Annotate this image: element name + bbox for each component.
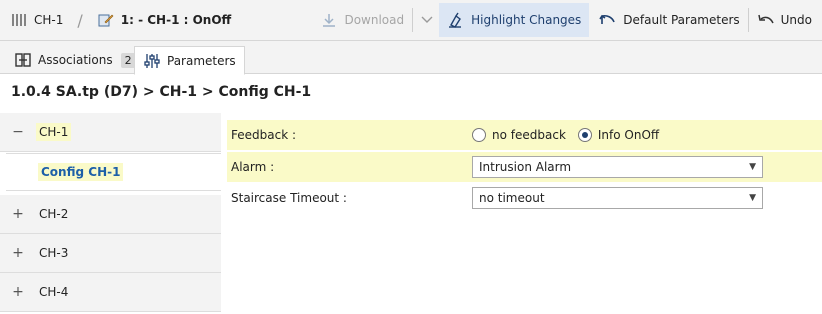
- tab-parameters[interactable]: Parameters: [134, 46, 245, 75]
- param-feedback: Feedback : no feedback Info OnOff: [227, 120, 822, 150]
- radio-circle-selected[interactable]: [577, 128, 592, 142]
- alarm-select-value: Intrusion Alarm: [479, 160, 572, 174]
- download-button[interactable]: Download: [314, 3, 410, 37]
- param-alarm-label: Alarm :: [231, 160, 275, 174]
- radio-label: no feedback: [492, 128, 566, 142]
- toolbar: CH-1 / 1: - CH-1 : OnOff Download Highli…: [0, 0, 822, 41]
- collapse-icon[interactable]: −: [0, 124, 36, 140]
- chevron-down-icon: [421, 13, 433, 27]
- channel-tree: − CH-1 Config CH-1 + CH-2 + CH-3 + CH-4: [0, 113, 221, 314]
- tab-associations-label: Associations: [38, 53, 113, 67]
- radio-circle[interactable]: [472, 128, 486, 142]
- highlighter-icon: [447, 11, 465, 29]
- tab-bar: Associations 2 Parameters: [0, 41, 822, 75]
- chevron-down-icon: ▼: [749, 193, 756, 203]
- radio-no-feedback[interactable]: no feedback: [472, 128, 566, 142]
- tree-item-label: CH-1: [36, 123, 72, 141]
- staircase-select-value: no timeout: [479, 191, 545, 205]
- breadcrumb: 1.0.4 SA.tp (D7) > CH-1 > Config CH-1: [11, 84, 312, 100]
- link-icon: [14, 51, 32, 69]
- tab-associations[interactable]: Associations 2: [6, 46, 144, 74]
- param-staircase-label: Staircase Timeout :: [231, 191, 347, 205]
- default-parameters-button[interactable]: Default Parameters: [593, 3, 745, 37]
- device-title-label: 1: - CH-1 : OnOff: [120, 13, 232, 27]
- chevron-down-icon: ▼: [749, 162, 756, 172]
- param-feedback-label: Feedback :: [231, 128, 297, 142]
- default-parameters-label: Default Parameters: [623, 13, 740, 27]
- tree-item-label: CH-3: [39, 246, 69, 260]
- tree-item-label: CH-4: [39, 285, 69, 299]
- channel-indicator: CH-1: [0, 3, 69, 37]
- tree-item-ch-3[interactable]: + CH-3: [0, 234, 221, 273]
- tree-item-config-ch-1[interactable]: Config CH-1: [6, 153, 221, 191]
- undo-label: Undo: [780, 13, 812, 27]
- highlight-changes-button[interactable]: Highlight Changes: [439, 3, 590, 37]
- param-staircase-timeout: Staircase Timeout : no timeout ▼: [227, 183, 822, 213]
- toolbar-divider: [412, 8, 414, 32]
- staircase-timeout-select[interactable]: no timeout ▼: [472, 187, 763, 209]
- sliders-icon: [143, 52, 161, 70]
- undo-button[interactable]: Undo: [751, 3, 822, 37]
- download-label: Download: [344, 13, 405, 27]
- device-edit-icon: [97, 11, 115, 29]
- device-title: 1: - CH-1 : OnOff: [91, 3, 237, 37]
- tree-subitem-label: Config CH-1: [38, 163, 124, 181]
- reset-icon: [599, 11, 617, 29]
- tree-item-ch-1[interactable]: − CH-1: [0, 113, 221, 152]
- expand-icon[interactable]: +: [0, 206, 36, 222]
- radio-label: Info OnOff: [597, 128, 660, 142]
- tree-item-ch-4[interactable]: + CH-4: [0, 273, 221, 312]
- expand-icon[interactable]: +: [0, 245, 36, 261]
- channel-label: CH-1: [34, 13, 64, 27]
- undo-icon: [757, 11, 775, 29]
- tree-item-label: CH-2: [39, 207, 69, 221]
- expand-icon[interactable]: +: [0, 284, 36, 300]
- radio-info-onoff[interactable]: Info OnOff: [577, 128, 660, 142]
- separator-slash: /: [77, 10, 83, 30]
- toolbar-divider-2: [747, 8, 749, 32]
- download-dropdown[interactable]: [415, 3, 439, 37]
- download-icon: [320, 11, 338, 29]
- param-alarm: Alarm : Intrusion Alarm ▼: [227, 152, 822, 182]
- highlight-changes-label: Highlight Changes: [471, 13, 582, 27]
- tree-item-ch-2[interactable]: + CH-2: [0, 195, 221, 234]
- tab-parameters-label: Parameters: [167, 53, 236, 68]
- alarm-select[interactable]: Intrusion Alarm ▼: [472, 156, 763, 178]
- columns-icon: [10, 11, 28, 29]
